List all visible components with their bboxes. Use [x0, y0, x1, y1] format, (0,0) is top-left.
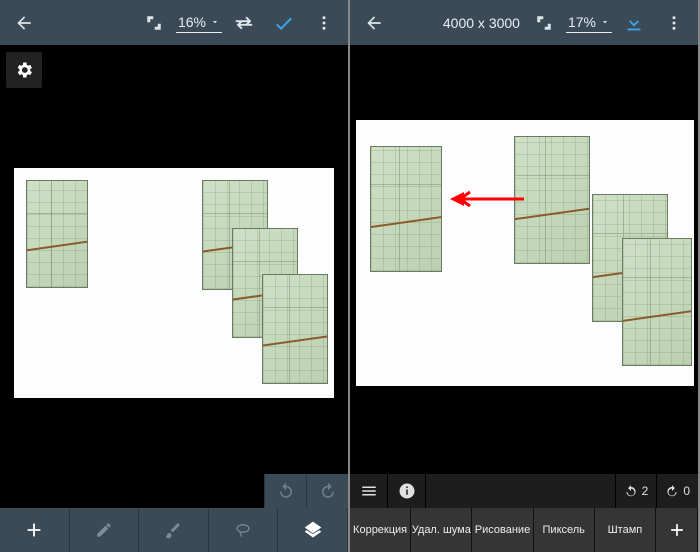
right-topbar: 4000 x 3000 17% — [350, 0, 698, 45]
chevron-down-icon — [210, 17, 220, 27]
more-menu-button[interactable] — [656, 5, 692, 41]
map-fragment — [370, 146, 442, 272]
tool-stamp[interactable]: Штамп — [595, 508, 656, 552]
left-canvas[interactable] — [14, 168, 334, 398]
left-topbar: 16% — [0, 0, 348, 45]
more-menu-button[interactable] — [306, 5, 342, 41]
map-fragment — [622, 238, 692, 366]
info-button[interactable] — [388, 474, 426, 508]
undo-icon — [624, 484, 638, 498]
zoom-value: 17% — [568, 14, 596, 30]
tool-noise-removal[interactable]: Удал. шума — [411, 508, 472, 552]
undo-count: 2 — [642, 484, 649, 498]
redo-icon — [665, 484, 679, 498]
menu-icon — [360, 482, 378, 500]
right-bottom-toolbar: 2 0 Коррекция Удал. шума Рисование Пиксе… — [350, 474, 698, 552]
info-icon — [398, 482, 416, 500]
lasso-button[interactable] — [209, 508, 279, 552]
right-canvas[interactable] — [356, 120, 694, 386]
chevron-down-icon — [600, 17, 610, 27]
settings-button[interactable] — [6, 52, 42, 88]
map-fragment — [514, 136, 590, 264]
zoom-dropdown[interactable]: 17% — [566, 12, 612, 33]
left-editor-panel: 16% — [0, 0, 350, 552]
redo-button[interactable]: 0 — [656, 474, 698, 508]
add-tool-button[interactable] — [656, 508, 698, 552]
add-button[interactable] — [0, 508, 70, 552]
undo-button[interactable]: 2 — [615, 474, 657, 508]
edit-button[interactable] — [70, 508, 140, 552]
download-button[interactable] — [616, 5, 652, 41]
zoom-value: 16% — [178, 14, 206, 30]
redo-count: 0 — [683, 484, 690, 498]
map-fragment — [262, 274, 328, 384]
confirm-check-button[interactable] — [266, 5, 302, 41]
crop-icon[interactable] — [526, 5, 562, 41]
tool-drawing[interactable]: Рисование — [472, 508, 533, 552]
plus-icon — [667, 520, 687, 540]
zoom-dropdown[interactable]: 16% — [176, 12, 222, 33]
back-button[interactable] — [6, 5, 42, 41]
swap-icon[interactable] — [226, 5, 262, 41]
annotation-arrow — [448, 190, 524, 208]
map-fragment — [26, 180, 88, 288]
dimensions-label: 4000 x 3000 — [441, 13, 522, 33]
undo-button[interactable] — [264, 474, 306, 508]
left-bottom-toolbar — [0, 474, 348, 552]
tool-pixel[interactable]: Пиксель — [534, 508, 595, 552]
tool-correction[interactable]: Коррекция — [350, 508, 411, 552]
back-button[interactable] — [356, 5, 392, 41]
layers-button[interactable] — [278, 508, 348, 552]
redo-button[interactable] — [306, 474, 348, 508]
menu-button[interactable] — [350, 474, 388, 508]
brush-button[interactable] — [139, 508, 209, 552]
crop-icon[interactable] — [136, 5, 172, 41]
right-editor-panel: 4000 x 3000 17% — [350, 0, 700, 552]
gear-icon — [14, 60, 34, 80]
